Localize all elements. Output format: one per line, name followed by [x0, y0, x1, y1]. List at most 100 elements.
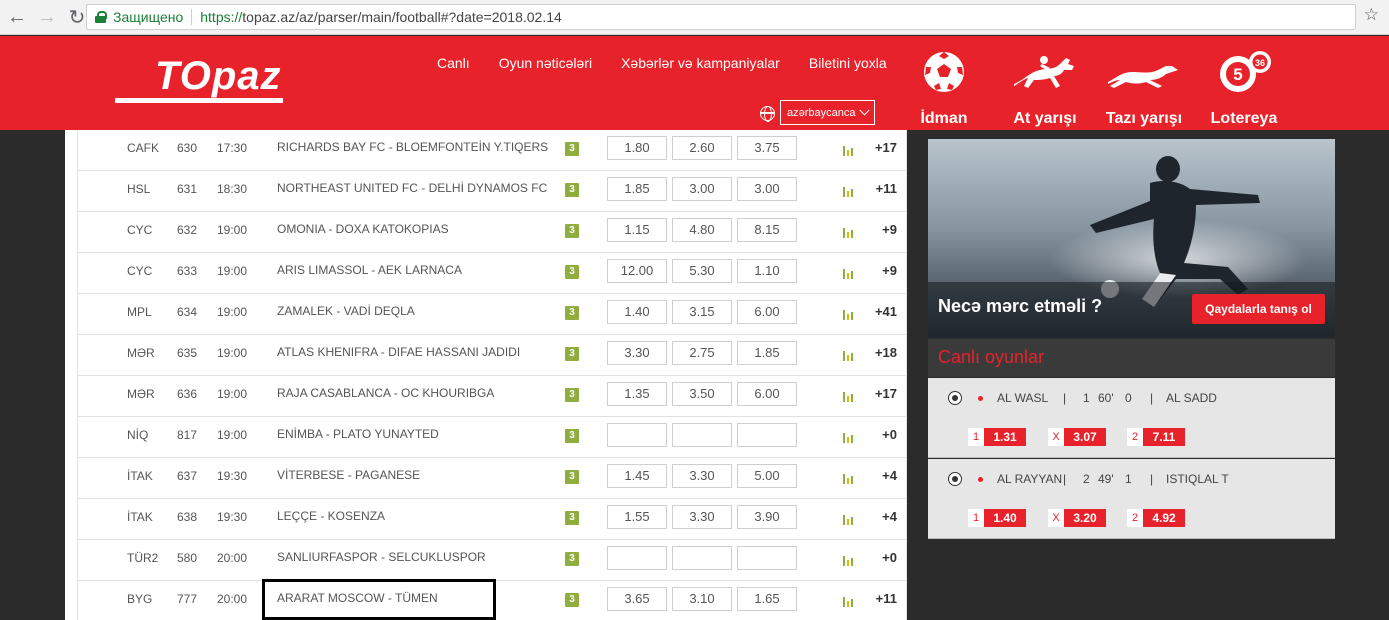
forward-arrow-icon[interactable]: →: [34, 4, 60, 30]
match-teams[interactable]: ZAMALEK - VADİ DEQLA: [277, 304, 415, 318]
category-sport[interactable]: İdman: [912, 46, 976, 130]
match-teams[interactable]: ATLAS KHENIFRA - DIFAE HASSANI JADIDI: [277, 345, 520, 359]
odd-away-button[interactable]: 1.10: [737, 259, 797, 283]
more-markets-link[interactable]: +11: [876, 591, 897, 606]
live-odd-home[interactable]: 1 1.31: [968, 428, 1026, 446]
language-select[interactable]: azərbaycanca: [780, 100, 875, 125]
more-markets-link[interactable]: +0: [882, 550, 897, 565]
market-badge: 3: [565, 224, 579, 238]
more-markets-link[interactable]: +17: [875, 386, 897, 401]
stats-icon[interactable]: [843, 472, 857, 484]
odd-draw-button[interactable]: 4.80: [672, 218, 732, 242]
more-markets-link[interactable]: +9: [882, 222, 897, 237]
odd-home-button[interactable]: 3.65: [607, 587, 667, 611]
live-odd-away[interactable]: 2 7.11: [1127, 428, 1185, 446]
stats-icon[interactable]: [843, 185, 857, 197]
away-score: 0: [1125, 391, 1132, 405]
match-teams[interactable]: ENİMBA - PLATO YUNAYTED: [277, 427, 439, 441]
live-odd-away[interactable]: 2 4.92: [1127, 509, 1185, 527]
odd-home-button[interactable]: 1.85: [607, 177, 667, 201]
address-bar[interactable]: Защищено https:// topaz.az/az/parser/mai…: [86, 4, 1356, 30]
more-markets-link[interactable]: +11: [876, 181, 897, 196]
stats-icon[interactable]: [843, 267, 857, 279]
more-markets-link[interactable]: +9: [882, 263, 897, 278]
stats-icon[interactable]: [843, 431, 857, 443]
stats-icon[interactable]: [843, 144, 857, 156]
back-arrow-icon[interactable]: ←: [4, 4, 30, 30]
match-teams[interactable]: OMONIA - DOXA KATOKOPIAS: [277, 222, 449, 236]
stats-icon[interactable]: [843, 349, 857, 361]
odd-away-button[interactable]: 3.75: [737, 136, 797, 160]
odd-draw-button[interactable]: [672, 546, 732, 570]
category-horse-racing[interactable]: At yarışı: [1008, 46, 1082, 130]
odd-home-button[interactable]: 3.30: [607, 341, 667, 365]
odd-draw-button[interactable]: 5.30: [672, 259, 732, 283]
odd-home-button[interactable]: 12.00: [607, 259, 667, 283]
odd-home-button[interactable]: [607, 546, 667, 570]
odd-away-button[interactable]: 1.85: [737, 341, 797, 365]
live-games-header: Canlı oyunlar: [928, 339, 1335, 377]
nav-live[interactable]: Canlı: [437, 55, 470, 71]
lock-icon: [95, 11, 107, 23]
match-teams[interactable]: RICHARDS BAY FC - BLOEMFONTEİN Y.TIQERS: [277, 140, 548, 154]
odd-draw-button[interactable]: 2.60: [672, 136, 732, 160]
more-markets-link[interactable]: +41: [875, 304, 897, 319]
stats-icon[interactable]: [843, 226, 857, 238]
nav-check-ticket[interactable]: Biletini yoxla: [809, 55, 887, 71]
match-teams[interactable]: ARIS LIMASSOL - AEK LARNACA: [277, 263, 462, 277]
match-teams[interactable]: RAJA CASABLANCA - OC KHOURIBGA: [277, 386, 494, 400]
odd-home-button[interactable]: 1.35: [607, 382, 667, 406]
bookmark-star-icon[interactable]: ☆: [1364, 5, 1379, 25]
stats-icon[interactable]: [843, 390, 857, 402]
odd-draw-button[interactable]: 3.10: [672, 587, 732, 611]
nav-news[interactable]: Xəbərlər və kampaniyalar: [621, 55, 780, 71]
odd-draw-button[interactable]: 3.30: [672, 464, 732, 488]
category-dog-racing[interactable]: Tazı yarışı: [1104, 46, 1184, 130]
match-teams[interactable]: NORTHEAST UNITED FC - DELHİ DYNAMOS FC: [277, 181, 547, 195]
odd-away-button[interactable]: [737, 546, 797, 570]
rules-button[interactable]: Qaydalarla tanış ol: [1192, 294, 1325, 324]
odd-home-button[interactable]: 1.55: [607, 505, 667, 529]
odd-away-button[interactable]: 3.90: [737, 505, 797, 529]
odd-away-button[interactable]: 6.00: [737, 382, 797, 406]
stats-icon[interactable]: [843, 554, 857, 566]
odd-away-button[interactable]: 8.15: [737, 218, 797, 242]
live-odd-draw[interactable]: X 3.07: [1048, 428, 1106, 446]
topaz-logo[interactable]: TOpaz: [115, 54, 285, 104]
live-game-card[interactable]: AL RAYYAN | 2 49' 1 | ISTIQLAL T 1 1.40 X 3.20 2 4.9…: [928, 459, 1335, 539]
odd-away-button[interactable]: [737, 423, 797, 447]
odd-away-button[interactable]: 5.00: [737, 464, 797, 488]
odd-home-button[interactable]: 1.45: [607, 464, 667, 488]
more-markets-link[interactable]: +4: [882, 509, 897, 524]
live-game-card[interactable]: AL WASL | 1 60' 0 | AL SADD 1 1.31 X 3.07 2 7.11: [928, 378, 1335, 458]
league-code: HSL: [127, 182, 151, 196]
odd-away-button[interactable]: 6.00: [737, 300, 797, 324]
odd-home-button[interactable]: [607, 423, 667, 447]
odd-away-button[interactable]: 3.00: [737, 177, 797, 201]
odd-draw-button[interactable]: 3.50: [672, 382, 732, 406]
more-markets-link[interactable]: +17: [875, 140, 897, 155]
event-code: 635: [177, 346, 198, 360]
odd-draw-button[interactable]: 3.30: [672, 505, 732, 529]
odd-draw-button[interactable]: 2.75: [672, 341, 732, 365]
category-lottery[interactable]: 5 36 Lotereya: [1208, 46, 1280, 130]
stats-icon[interactable]: [843, 308, 857, 320]
nav-results[interactable]: Oyun nəticələri: [499, 55, 592, 71]
match-teams[interactable]: SANLIURFASPOR - SELCUKLUSPOR: [277, 550, 486, 564]
stats-icon[interactable]: [843, 595, 857, 607]
live-odd-home[interactable]: 1 1.40: [968, 509, 1026, 527]
odd-home-button[interactable]: 1.40: [607, 300, 667, 324]
odd-away-button[interactable]: 1.65: [737, 587, 797, 611]
odd-draw-button[interactable]: 3.00: [672, 177, 732, 201]
odd-home-button[interactable]: 1.80: [607, 136, 667, 160]
more-markets-link[interactable]: +4: [882, 468, 897, 483]
odd-draw-button[interactable]: [672, 423, 732, 447]
match-teams[interactable]: LEÇÇE - KOSENZA: [277, 509, 385, 523]
match-teams[interactable]: VİTERBESE - PAGANESE: [277, 468, 420, 482]
odd-home-button[interactable]: 1.15: [607, 218, 667, 242]
stats-icon[interactable]: [843, 513, 857, 525]
live-odd-draw[interactable]: X 3.20: [1048, 509, 1106, 527]
more-markets-link[interactable]: +18: [875, 345, 897, 360]
odd-draw-button[interactable]: 3.15: [672, 300, 732, 324]
more-markets-link[interactable]: +0: [882, 427, 897, 442]
